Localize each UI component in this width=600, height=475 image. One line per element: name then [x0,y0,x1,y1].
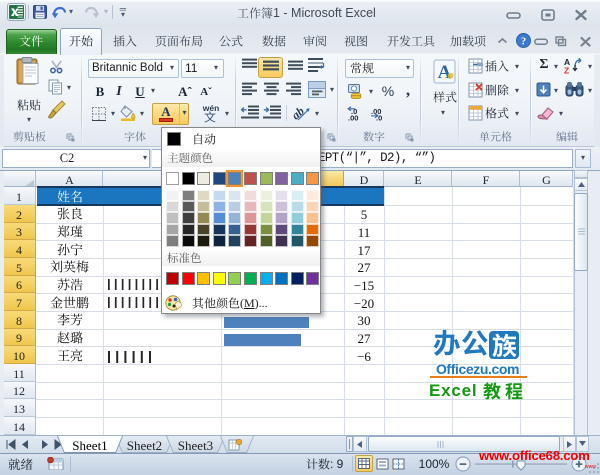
svg-text:.00: .00 [348,114,358,122]
svg-text:Z: Z [564,66,569,75]
svg-text:A: A [438,62,452,83]
svg-text:?: ? [521,36,526,47]
